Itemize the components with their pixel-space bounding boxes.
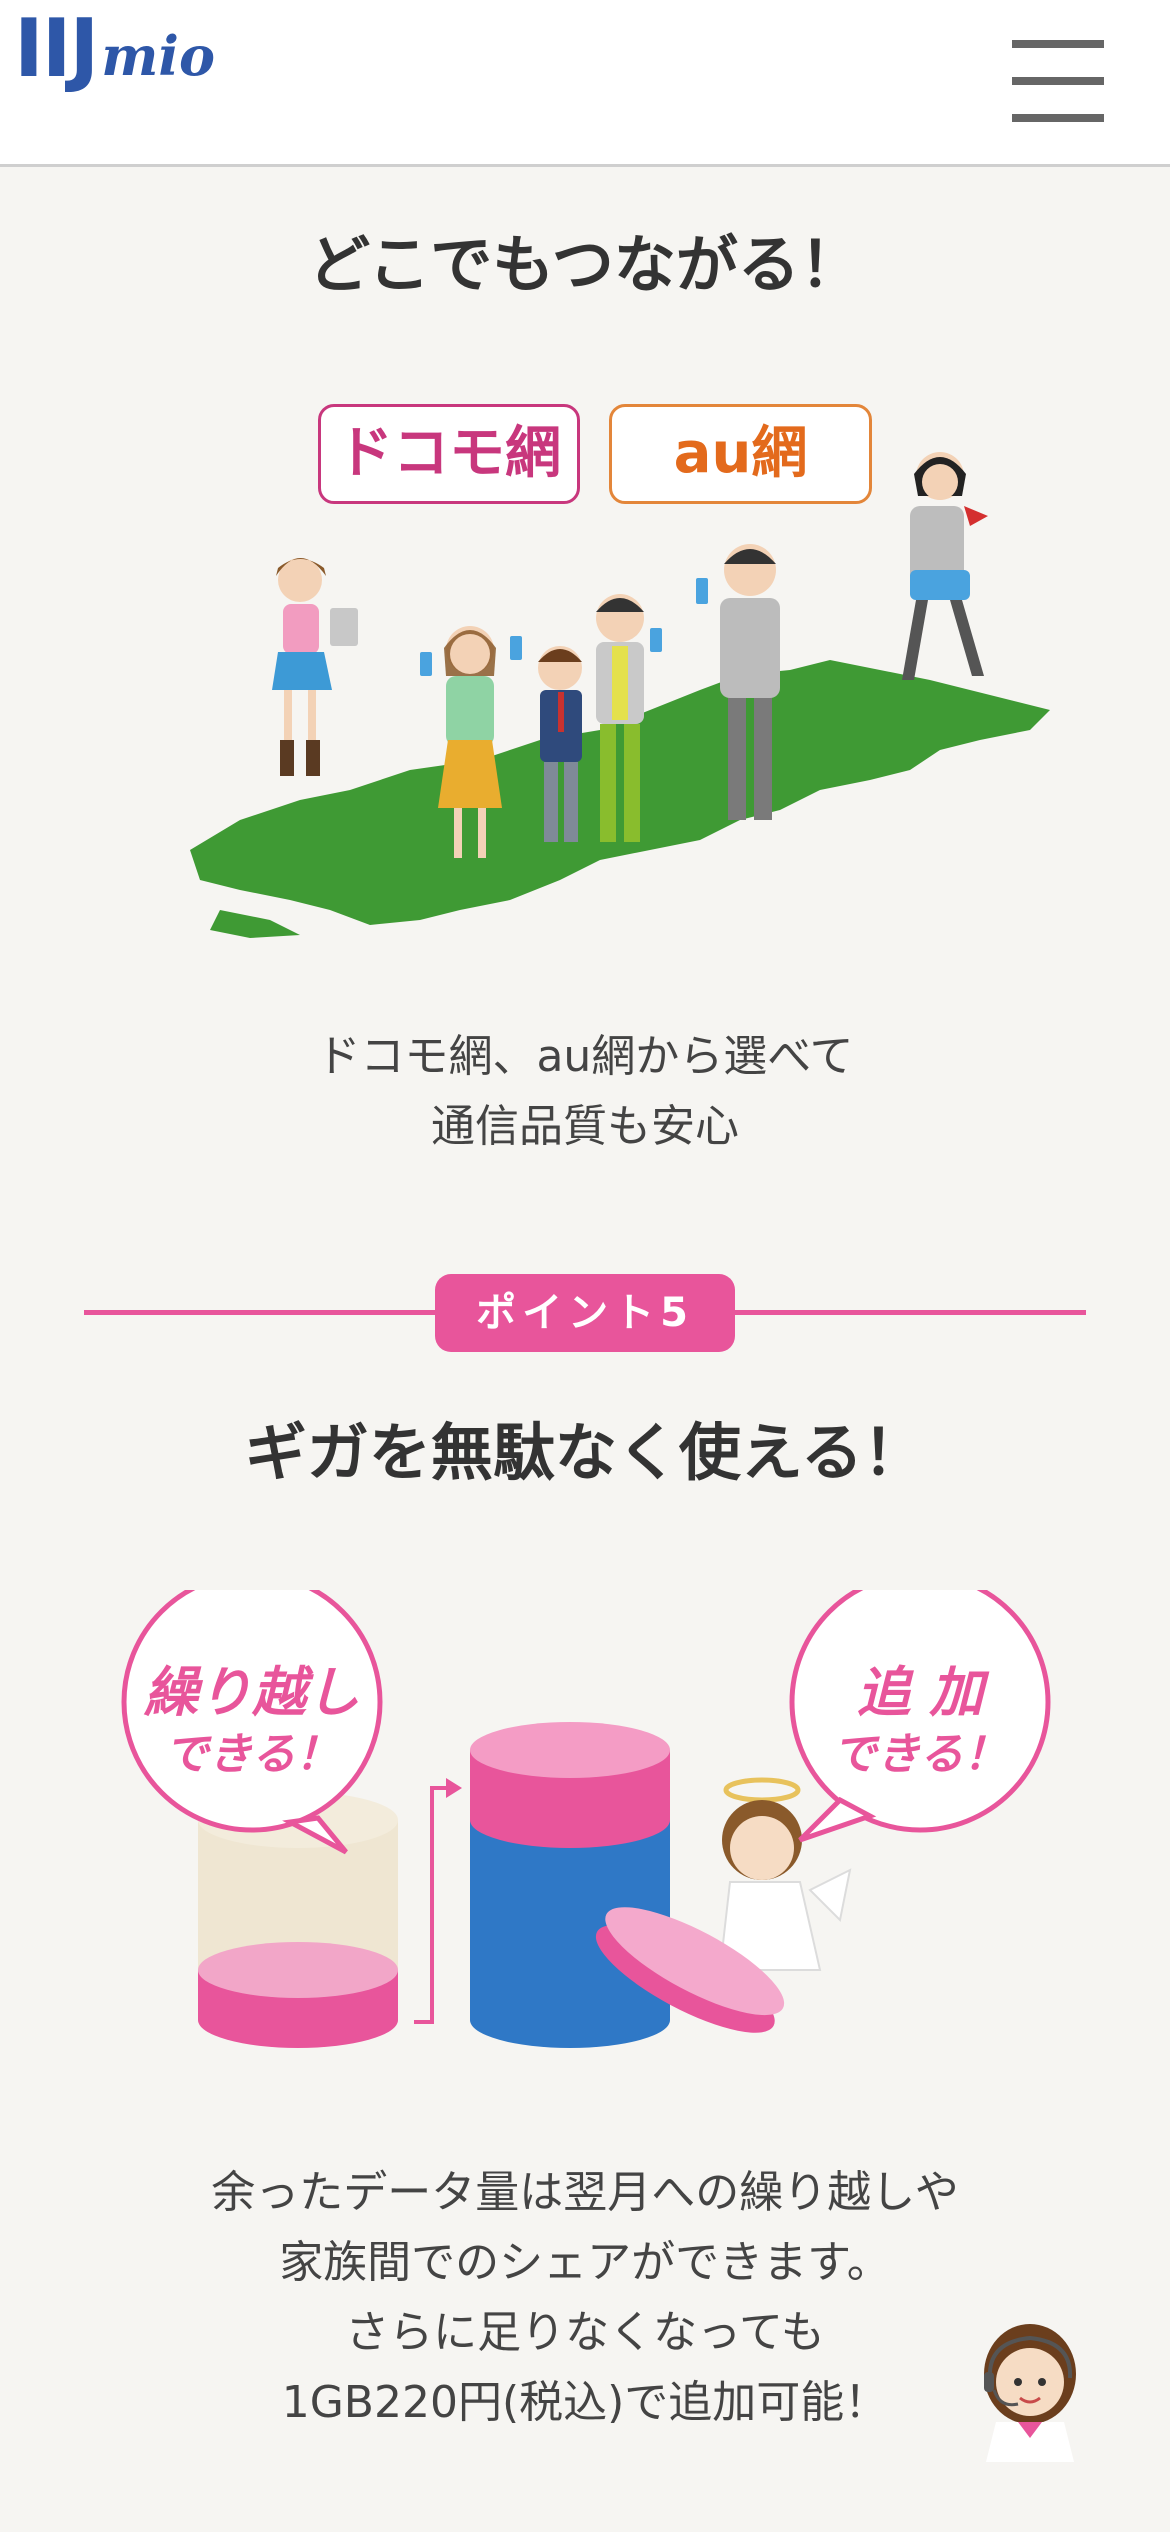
network-caption: ドコモ網、au網から選べて 通信品質も安心 — [0, 1022, 1170, 1162]
hamburger-menu-icon[interactable] — [1012, 40, 1104, 122]
point-5-label: ポイント5 — [435, 1274, 735, 1352]
japan-map-people-illustration — [190, 452, 1050, 938]
point-divider-left — [84, 1310, 435, 1315]
section-title-giga: ギガを無駄なく使える！ — [244, 1416, 926, 1489]
site-header: IIJ mio — [0, 0, 1170, 167]
bubble-add-line1: 追 加 — [856, 1661, 984, 1724]
section-title-network: どこでもつながる！ — [308, 228, 862, 301]
logo-text-mio: mio — [101, 24, 215, 88]
bubble-carryover-line2: できる！ — [164, 1729, 340, 1780]
bubble-add-text: 追 加 できる！ — [800, 1662, 1040, 1786]
point-divider-right — [735, 1310, 1086, 1315]
support-operator-icon[interactable] — [970, 2312, 1090, 2462]
giga-caption-line2: 家族間でのシェアができます。 — [279, 2237, 891, 2288]
bubble-carryover-line1: 繰り越し — [144, 1661, 360, 1724]
network-caption-line1: ドコモ網、au網から選べて — [316, 1031, 854, 1082]
logo-text-iij: IIJ — [14, 2, 99, 95]
network-caption-line2: 通信品質も安心 — [431, 1101, 739, 1152]
giga-caption-line1: 余ったデータ量は翌月への繰り越しや — [211, 2167, 959, 2218]
iijmio-logo[interactable]: IIJ mio — [14, 2, 215, 95]
bubble-carryover-text: 繰り越し できる！ — [132, 1662, 372, 1786]
bubble-add-line2: できる！ — [832, 1729, 1008, 1780]
